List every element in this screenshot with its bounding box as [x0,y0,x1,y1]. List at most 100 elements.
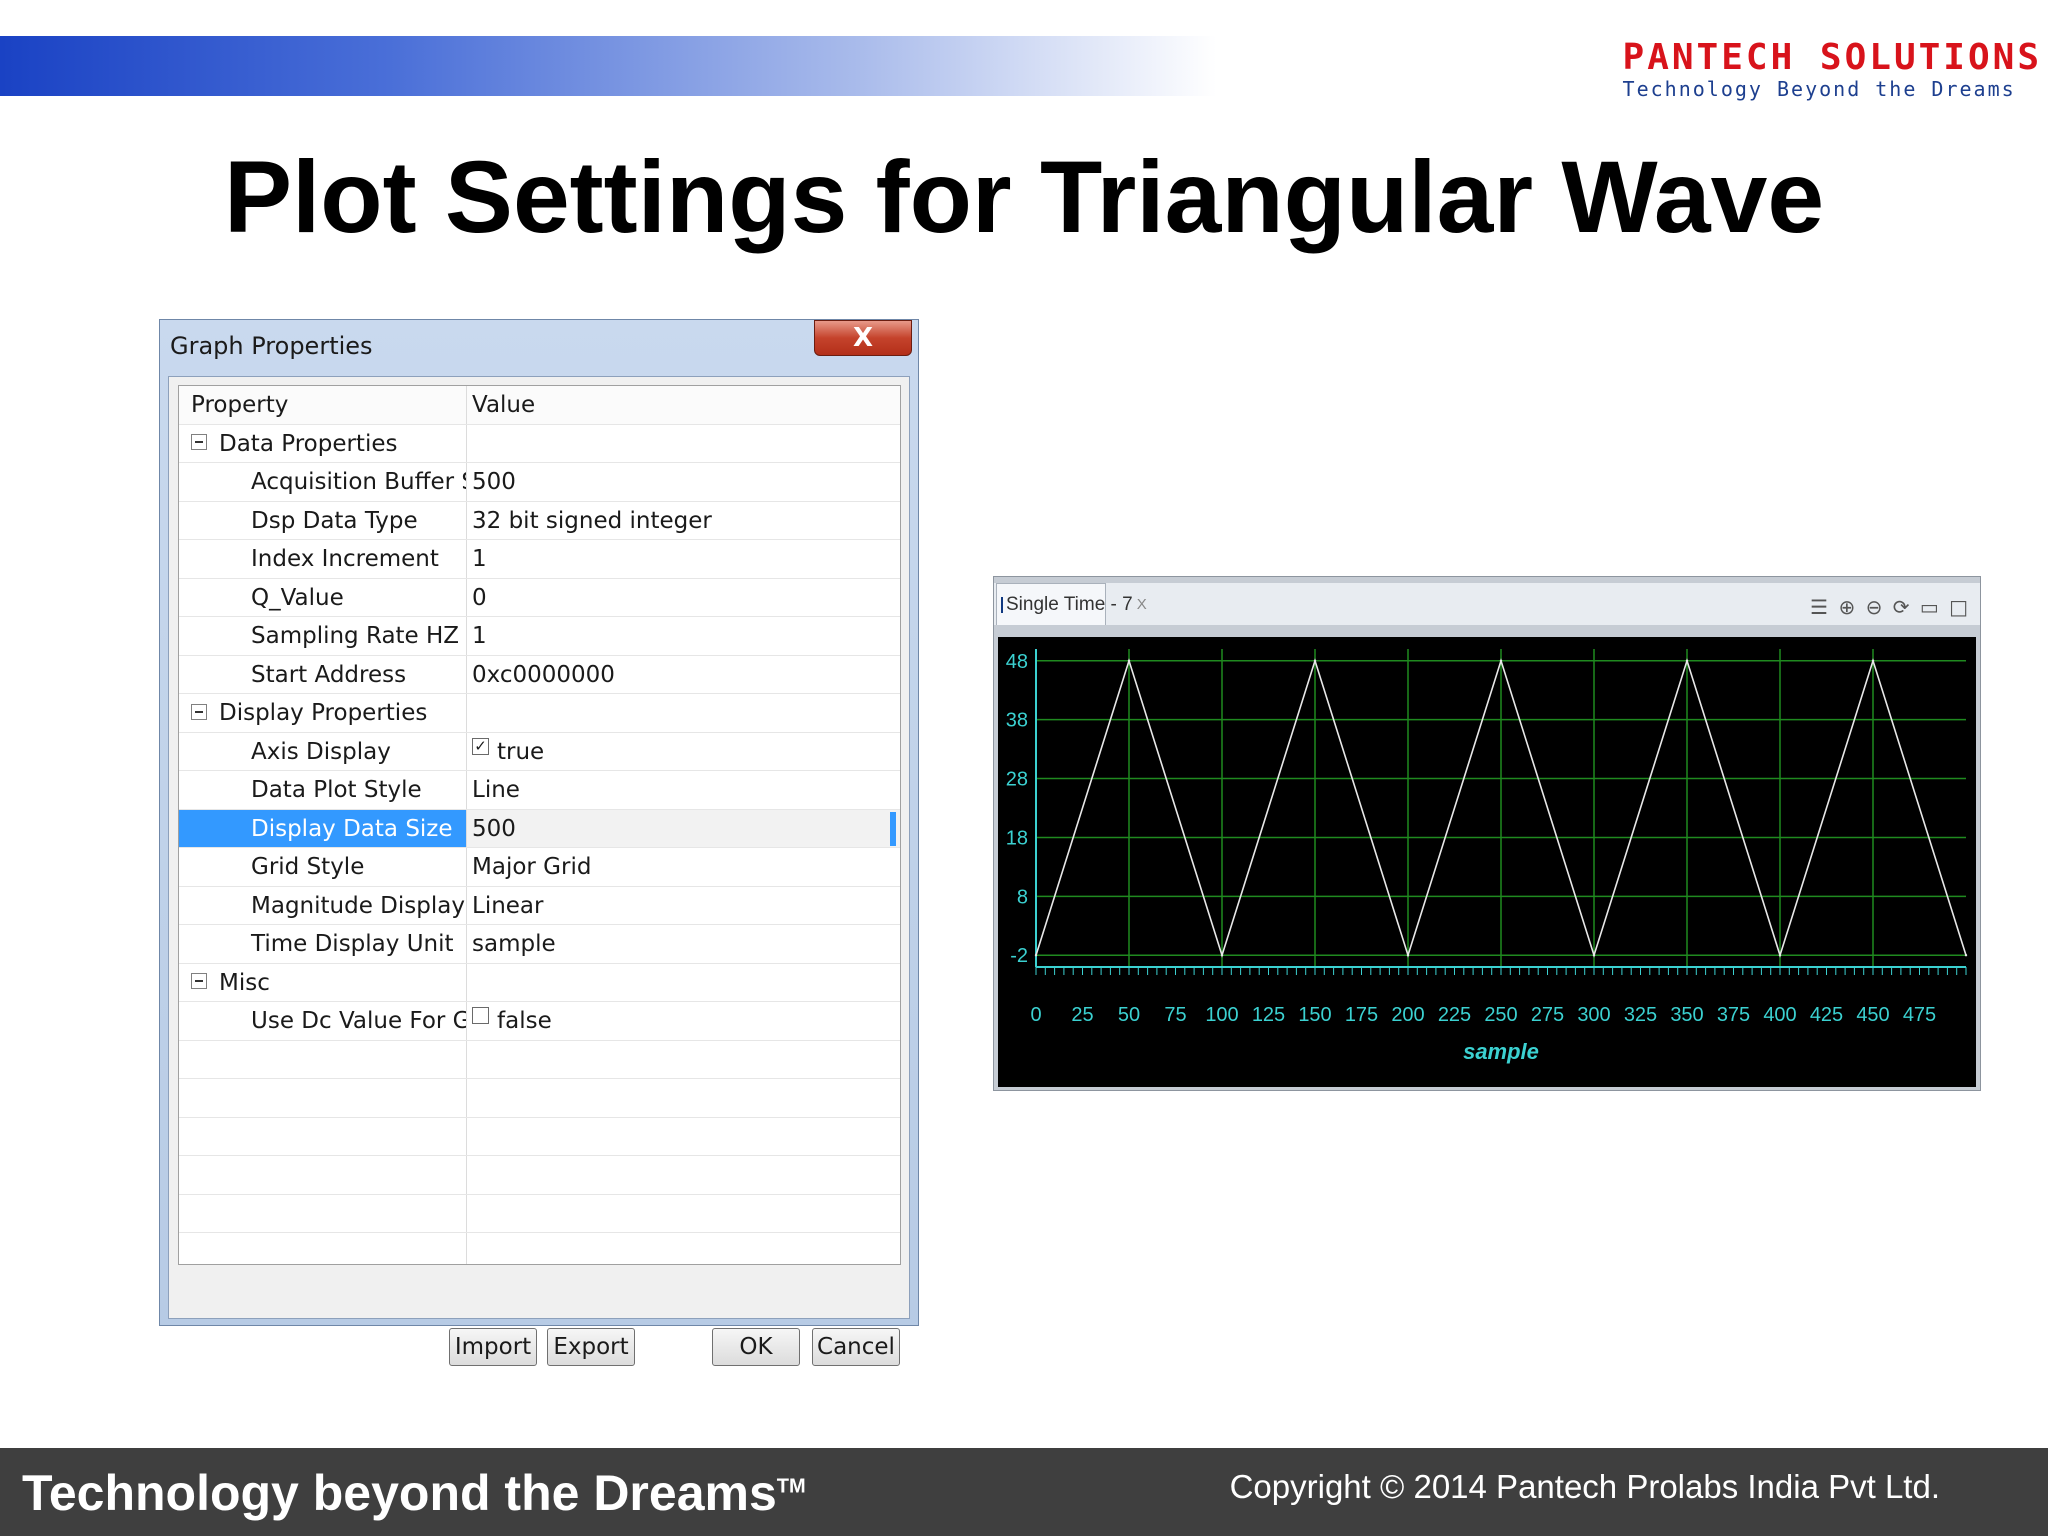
grid-category-row[interactable]: Data Properties [179,424,900,463]
maximize-icon[interactable]: □ [1949,595,1970,619]
property-name: Acquisition Buffer S [179,463,467,501]
property-value[interactable]: Linear [467,887,900,925]
property-value[interactable]: false [467,1002,900,1040]
property-value[interactable]: 0 [467,579,900,617]
value-text: Line [472,777,520,803]
minimize-icon[interactable]: ▭ [1920,595,1941,619]
property-value[interactable]: Line [467,771,900,809]
footer-tagline: Technology beyond the DreamsTM [22,1464,806,1522]
x-tick-label: 50 [1118,1004,1140,1026]
grid-property-row[interactable]: Grid Style Major Grid [179,848,900,887]
plot-toolbar: ☰ ⊕ ⊖ ⟳ ▭ □ [1810,595,1970,619]
x-tick-label: 275 [1531,1004,1564,1026]
header-band [0,36,1560,96]
grid-property-row[interactable]: Index Increment 1 [179,540,900,579]
property-value[interactable]: 500 [467,463,900,501]
property-label: Display Data Size [251,815,453,842]
footer-band: Technology beyond the DreamsTM Copyright… [0,1448,2048,1536]
property-value [467,964,900,1002]
grid-empty-row [179,1040,900,1079]
x-tick-label: 200 [1391,1004,1424,1026]
column-header-value: Value [472,392,536,418]
zoom-in-icon[interactable]: ⊕ [1838,595,1857,619]
cancel-button[interactable]: Cancel [812,1328,900,1366]
logo-tagline: Technology Beyond the Dreams [1622,77,2016,101]
property-value[interactable]: 0xc0000000 [467,656,900,694]
property-label: Use Dc Value For Gi [251,1008,467,1034]
grid-property-row[interactable]: Start Address 0xc0000000 [179,655,900,694]
grid-property-row[interactable]: Time Display Unit sample [179,925,900,964]
grid-category-row[interactable]: Misc [179,963,900,1002]
checkbox[interactable] [472,1007,489,1024]
property-value[interactable]: Major Grid [467,848,900,886]
y-tick-label: -2 [1010,945,1028,967]
data-point [1313,659,1317,662]
x-tick-label: 225 [1438,1004,1471,1026]
data-point [1220,954,1224,957]
value-text: 1 [472,546,487,572]
x-tick-label: 150 [1298,1004,1331,1026]
value-text: 0xc0000000 [472,661,615,688]
x-tick-label: 100 [1205,1004,1238,1026]
property-value[interactable]: 32 bit signed integer [467,502,900,540]
grid-property-row[interactable]: Dsp Data Type 32 bit signed integer [179,501,900,540]
column-header-property: Property [179,386,467,424]
grid-property-row[interactable]: Acquisition Buffer S 500 [179,463,900,502]
property-name: Data Properties [179,424,467,462]
collapse-icon[interactable] [191,973,207,989]
x-tick-label: 175 [1345,1004,1378,1026]
ok-button[interactable]: OK [712,1328,800,1366]
grid-property-row[interactable]: Axis Display ✓ true [179,732,900,771]
property-value[interactable]: 1 [467,617,900,655]
tab-close-icon[interactable]: X [1137,596,1147,613]
x-tick-label: 125 [1252,1004,1285,1026]
property-value[interactable]: 500 [467,809,900,847]
grid-property-row[interactable]: Use Dc Value For Gi false [179,1002,900,1041]
close-icon: X [852,323,874,353]
property-value [467,425,900,463]
property-name: Data Plot Style [179,771,467,809]
import-button[interactable]: Import [449,1328,537,1366]
property-value[interactable]: sample [467,925,900,963]
property-value[interactable]: ✓ true [467,733,900,771]
checkbox[interactable]: ✓ [472,737,489,755]
refresh-icon[interactable]: ⟳ [1893,595,1912,619]
property-value [467,694,900,732]
property-name: Axis Display [179,732,467,770]
y-tick-label: 48 [1006,651,1028,673]
dialog-body: Property Value Data Properties Acquisitio… [168,376,910,1366]
trademark-mark: TM [776,1475,806,1498]
x-axis-label: sample [1463,1039,1539,1064]
property-name: Sampling Rate HZ [179,617,467,655]
value-text: 500 [472,469,516,495]
graph-properties-dialog: Graph Properties X Property Value Data P… [159,319,919,1366]
property-name: Q_Value [179,578,467,616]
x-tick-label: 450 [1856,1004,1889,1026]
grid-property-row[interactable]: Display Data Size 500 [179,809,900,848]
collapse-icon[interactable] [191,434,207,450]
x-tick-label: 425 [1810,1004,1843,1026]
data-point [1406,954,1410,957]
property-label: Acquisition Buffer S [251,469,467,495]
property-label: Data Properties [219,430,398,457]
grid-property-row[interactable]: Magnitude Display Linear [179,886,900,925]
close-button[interactable]: X [814,320,912,356]
grid-property-row[interactable]: Sampling Rate HZ 1 [179,617,900,656]
collapse-icon[interactable] [191,703,207,720]
x-tick-label: 325 [1624,1004,1657,1026]
grid-property-row[interactable]: Data Plot Style Line [179,771,900,810]
property-label: Display Properties [219,700,428,726]
properties-icon[interactable]: ☰ [1810,595,1830,619]
plot-tab-bar: Single Time - 7 X ☰ ⊕ ⊖ ⟳ ▭ □ [994,583,1980,625]
x-tick-label: 475 [1903,1004,1936,1026]
value-text: Major Grid [472,854,592,880]
tab-single-time[interactable]: Single Time - 7 X [996,583,1147,625]
export-button[interactable]: Export [547,1328,635,1366]
value-text: 32 bit signed integer [472,507,712,534]
zoom-out-icon[interactable]: ⊖ [1866,595,1885,619]
property-label: Misc [219,969,270,996]
property-value[interactable]: 1 [467,540,900,578]
grid-property-row[interactable]: Q_Value 0 [179,578,900,617]
grid-category-row[interactable]: Display Properties [179,694,900,733]
data-point [1964,954,1968,957]
